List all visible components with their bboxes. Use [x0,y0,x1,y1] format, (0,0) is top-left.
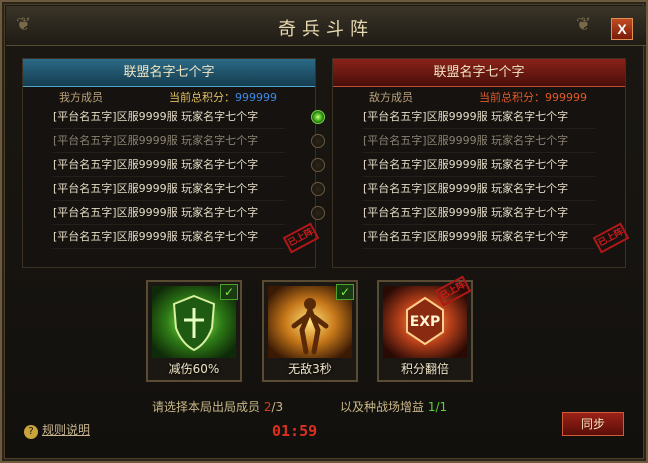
deployed-stamp: 已上阵 [282,222,320,254]
enemy-score: 当前总积分：999999 [479,89,587,105]
sync-button[interactable]: 同步 [562,412,624,436]
selection-text: 请选择本局出局成员 [152,400,261,414]
bonus-value: 1/1 [427,400,448,414]
ally-member-row[interactable]: [平台名五字]区服9999服 玩家名字七个字 [53,153,325,177]
ally-member-list: [平台名五字]区服9999服 玩家名字七个字 [平台名五字]区服9999服 玩家名… [23,105,325,254]
ally-score-label: 当前总积分： [169,91,235,104]
member-name: [平台名五字]区服9999服 玩家名字七个字 [53,206,259,219]
bonus-text: 以及种战场增益 [340,400,425,414]
enemy-summary: 敌方成员 当前总积分：999999 [333,87,625,105]
ally-member-row[interactable]: [平台名五字]区服9999服 玩家名字七个字 [53,177,325,201]
member-name: [平台名五字]区服9999服 玩家名字七个字 [53,182,259,195]
ally-member-row[interactable]: [平台名五字]区服9999服 玩家名字七个字 已上阵 [53,222,320,254]
enemy-member-row: [平台名五字]区服9999服 玩家名字七个字 [363,177,595,201]
ally-member-row[interactable]: [平台名五字]区服9999服 玩家名字七个字 [53,129,325,153]
member-name: [平台名五字]区服9999服 玩家名字七个字 [363,110,569,123]
member-name: [平台名五字]区服9999服 玩家名字七个字 [53,230,259,243]
enemy-member-row: [平台名五字]区服9999服 玩家名字七个字 已上阵 [363,222,630,254]
enemy-alliance-name: 联盟名字七个字 [333,59,625,87]
deployed-stamp: 已上阵 [592,222,630,254]
buff-checked-icon: ✓ [220,284,238,300]
close-button[interactable]: X [611,18,633,40]
enemy-panel: 联盟名字七个字 敌方成员 当前总积分：999999 [平台名五字]区服9999服… [332,58,630,268]
enemy-score-value: 999999 [545,91,587,104]
member-selection-status: 请选择本局出局成员 2/3 [152,398,283,415]
buff-label: 减伤60% [168,362,220,376]
ally-member-row[interactable]: [平台名五字]区服9999服 玩家名字七个字 [53,201,325,225]
countdown-timer: 01:59 [272,422,318,440]
member-name: [平台名五字]区服9999服 玩家名字七个字 [363,206,569,219]
enemy-member-list: [平台名五字]区服9999服 玩家名字七个字 [平台名五字]区服9999服 玩家名… [333,105,630,254]
member-select-radio[interactable] [311,206,325,220]
member-select-radio[interactable] [311,158,325,172]
buff-label: 无敌3秒 [288,362,332,376]
ally-score-value: 999999 [235,91,277,104]
member-select-radio[interactable] [311,182,325,196]
member-name: [平台名五字]区服9999服 玩家名字七个字 [363,230,569,243]
selection-total: /3 [271,400,284,414]
dialog-title: 奇兵斗阵 [278,19,374,40]
member-name: [平台名五字]区服9999服 玩家名字七个字 [363,158,569,171]
member-name: [平台名五字]区服9999服 玩家名字七个字 [363,182,569,195]
member-name: [平台名五字]区服9999服 玩家名字七个字 [53,158,259,171]
buff-card-damage-reduction[interactable]: ✓ 减伤60% [146,280,242,382]
buff-checked-icon: ✓ [336,284,354,300]
buff-card-invincible[interactable]: ✓ 无敌3秒 [262,280,358,382]
member-name: [平台名五字]区服9999服 玩家名字七个字 [53,110,259,123]
question-icon: ? [24,425,38,439]
ally-members-label: 我方成员 [59,91,103,104]
member-select-radio[interactable] [311,134,325,148]
enemy-member-row: [平台名五字]区服9999服 玩家名字七个字 [363,153,595,177]
member-select-radio[interactable] [311,110,325,124]
ally-summary: 我方成员 当前总积分：999999 [23,87,315,105]
member-name: [平台名五字]区服9999服 玩家名字七个字 [363,134,569,147]
buff-card-double-score[interactable]: EXP 已上阵 积分翻倍 [377,275,473,382]
member-name: [平台名五字]区服9999服 玩家名字七个字 [53,134,259,147]
ally-score: 当前总积分：999999 [169,89,277,105]
ally-member-row[interactable]: [平台名五字]区服9999服 玩家名字七个字 [53,105,325,129]
ally-alliance-name: 联盟名字七个字 [23,59,315,87]
bonus-status: 以及种战场增益 1/1 [340,398,447,415]
ornament-right-icon: ❦ [576,14,592,35]
ally-panel: 联盟名字七个字 我方成员 当前总积分：999999 [平台名五字]区服9999服… [22,58,325,268]
enemy-score-label: 当前总积分： [479,91,545,104]
enemy-member-row: [平台名五字]区服9999服 玩家名字七个字 [363,105,595,129]
buff-label: 积分翻倍 [400,362,449,376]
title-bar: ❦ 奇兵斗阵 ❦ X [6,6,646,46]
svg-text:EXP: EXP [410,314,441,330]
enemy-member-row: [平台名五字]区服9999服 玩家名字七个字 [363,201,595,225]
rules-label: 规则说明 [42,423,91,437]
rules-link[interactable]: ? 规则说明 [24,421,90,439]
enemy-member-row: [平台名五字]区服9999服 玩家名字七个字 [363,129,595,153]
enemy-members-label: 敌方成员 [369,91,413,104]
